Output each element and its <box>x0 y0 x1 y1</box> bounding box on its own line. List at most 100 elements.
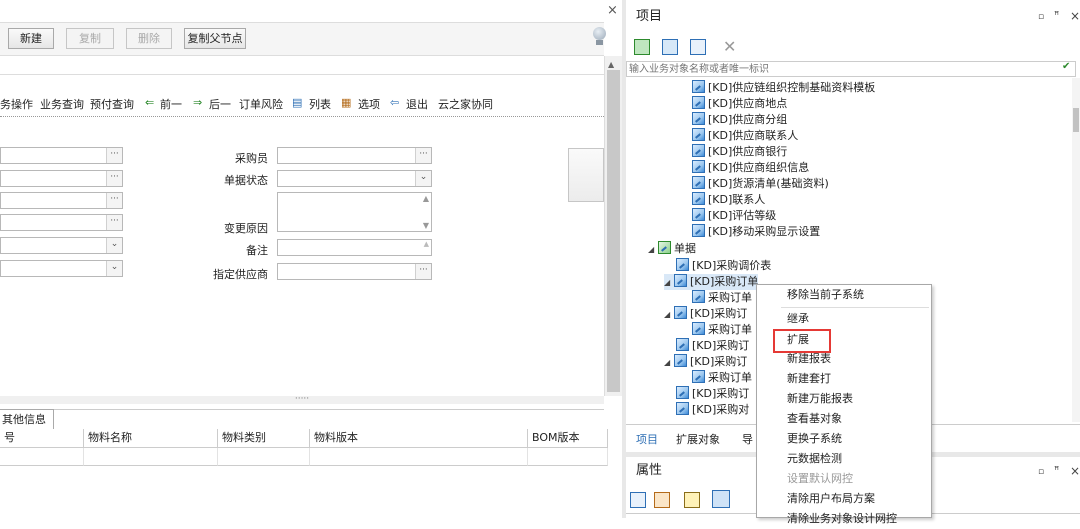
tree-item[interactable]: [KD]采购订 <box>676 338 749 354</box>
properties-icon[interactable] <box>684 492 700 508</box>
grid-header-material-category[interactable]: 物料类别 <box>218 429 310 448</box>
ellipsis-icon[interactable]: ··· <box>415 264 431 279</box>
tree-item[interactable]: 采购订单 <box>692 322 752 338</box>
exit-icon[interactable]: ⇦ <box>390 96 399 109</box>
tree-item[interactable]: ◢ [KD]采购订 <box>664 354 747 370</box>
tree-item[interactable]: [KD]评估等级 <box>692 208 776 224</box>
window-icon[interactable] <box>662 39 678 55</box>
pin-icon[interactable]: ꟸ <box>1054 11 1059 21</box>
copy-parent-node-button[interactable]: 复制父节点 <box>184 28 246 49</box>
menu-item-set-default-netctrl[interactable]: 设置默认网控 <box>757 469 931 489</box>
tab-extension-objects[interactable]: 扩展对象 <box>676 431 720 447</box>
menu-item-clear-user-layout[interactable]: 清除用户布局方案 <box>757 489 931 509</box>
menu-item-change-subsystem[interactable]: 更换子系统 <box>757 429 931 449</box>
vertical-scrollbar[interactable]: ▲ <box>604 56 622 396</box>
menu-options[interactable]: 选项 <box>358 96 380 112</box>
sort-alpha-icon[interactable] <box>654 492 670 508</box>
close-icon[interactable]: × <box>607 3 618 18</box>
grid-cell[interactable] <box>218 448 310 466</box>
events-icon[interactable] <box>712 490 730 508</box>
tree-item[interactable]: 采购订单 <box>692 290 752 306</box>
grid-header-material-version[interactable]: 物料版本 <box>310 429 528 448</box>
menu-item-remove-subsystem[interactable]: 移除当前子系统 <box>757 285 931 305</box>
menu-item-inherit[interactable]: 继承 <box>757 309 931 329</box>
delete-button[interactable]: 删除 <box>126 28 172 49</box>
change-reason-textarea[interactable]: ▲ ▼ <box>277 192 432 232</box>
buyer-field[interactable]: ··· <box>277 147 432 164</box>
refresh-icon[interactable] <box>634 39 650 55</box>
chevron-down-icon[interactable]: ⌄ <box>415 171 431 186</box>
delete-x-icon[interactable]: ✕ <box>723 37 736 56</box>
next-arrow-icon[interactable]: ⇒ <box>193 96 202 109</box>
chevron-down-icon[interactable]: ⌄ <box>106 238 122 253</box>
dropdown-left-5[interactable]: ⌄ <box>0 237 123 254</box>
side-action-button[interactable] <box>568 148 604 202</box>
options-icon[interactable]: ▦ <box>341 96 351 109</box>
copy-button[interactable]: 复制 <box>66 28 114 49</box>
menu-item-view-base-object[interactable]: 查看基对象 <box>757 409 931 429</box>
grid-cell[interactable] <box>310 448 528 466</box>
grid-header-bom-version[interactable]: BOM版本 <box>528 429 608 448</box>
tree-item[interactable]: [KD]供应商分组 <box>692 112 787 128</box>
tab-project[interactable]: 项目 <box>636 431 658 447</box>
tab-other[interactable]: 导 <box>742 431 753 447</box>
tree-item[interactable]: [KD]供应链组织控制基础资料模板 <box>692 80 875 96</box>
field-left-3[interactable]: ··· <box>0 192 123 209</box>
status-dropdown[interactable]: ⌄ <box>277 170 432 187</box>
tree-item[interactable]: [KD]供应商联系人 <box>692 128 798 144</box>
restore-icon[interactable]: ▫ <box>1038 12 1044 22</box>
menu-exit[interactable]: 退出 <box>406 96 428 112</box>
sort-categorized-icon[interactable] <box>630 492 646 508</box>
field-left-1[interactable]: ··· <box>0 147 123 164</box>
tree-scrollbar[interactable] <box>1072 78 1080 422</box>
collapse-icon[interactable]: ◢ <box>664 275 672 291</box>
menu-list[interactable]: 列表 <box>309 96 331 112</box>
grid-header-material-name[interactable]: 物料名称 <box>84 429 218 448</box>
horizontal-splitter[interactable]: ····· <box>0 395 604 404</box>
dropdown-left-6[interactable]: ⌄ <box>0 260 123 277</box>
tree-item[interactable]: [KD]采购对 <box>676 402 749 418</box>
lightbulb-icon[interactable] <box>593 27 607 45</box>
menu-business-ops[interactable]: 务操作 <box>0 96 33 112</box>
grid-cell[interactable] <box>528 448 608 466</box>
tree-item-selected[interactable]: ◢ [KD]采购订单 <box>664 274 759 291</box>
tree-item[interactable]: [KD]供应商地点 <box>692 96 787 112</box>
ellipsis-icon[interactable]: ··· <box>106 215 122 230</box>
menu-next[interactable]: 后一 <box>209 96 231 112</box>
menu-item-new-print-template[interactable]: 新建套打 <box>757 369 931 389</box>
close-icon[interactable]: × <box>1070 9 1080 23</box>
grid-header-number[interactable]: 号 <box>0 429 84 448</box>
tree-item[interactable]: [KD]供应商银行 <box>692 144 787 160</box>
tree-item[interactable]: ◢ [KD]采购订 <box>664 306 747 322</box>
menu-prepay-query[interactable]: 预付查询 <box>90 96 134 112</box>
grid-cell[interactable] <box>0 448 84 466</box>
tree-group-documents[interactable]: ◢ 单据 <box>648 241 696 257</box>
remark-field[interactable]: ▲ <box>277 239 432 256</box>
collapse-icon[interactable]: ◢ <box>664 307 672 323</box>
ellipsis-icon[interactable]: ··· <box>106 171 122 186</box>
ellipsis-icon[interactable]: ··· <box>106 148 122 163</box>
ellipsis-icon[interactable]: ··· <box>415 148 431 163</box>
copy-icon[interactable] <box>690 39 706 55</box>
pin-icon[interactable]: ꟸ <box>1054 466 1059 476</box>
tree-item[interactable]: [KD]供应商组织信息 <box>692 160 809 176</box>
tree-item[interactable]: [KD]采购订 <box>676 386 749 402</box>
tree-item[interactable]: [KD]移动采购显示设置 <box>692 224 820 240</box>
tab-other-info[interactable]: 其他信息 <box>0 409 54 429</box>
check-icon[interactable]: ✔ <box>1062 61 1070 72</box>
tree-item[interactable]: 采购订单 <box>692 370 752 386</box>
object-search-input[interactable] <box>626 61 1076 77</box>
menu-cloud-collab[interactable]: 云之家协同 <box>438 96 493 112</box>
restore-icon[interactable]: ▫ <box>1038 467 1044 477</box>
list-icon[interactable]: ▤ <box>292 96 302 109</box>
menu-order-risk[interactable]: 订单风险 <box>239 96 283 112</box>
tree-item[interactable]: [KD]采购调价表 <box>676 258 771 274</box>
ellipsis-icon[interactable]: ··· <box>106 193 122 208</box>
field-left-2[interactable]: ··· <box>0 170 123 187</box>
collapse-icon[interactable]: ◢ <box>664 355 672 371</box>
menu-prev[interactable]: 前一 <box>160 96 182 112</box>
tree-item[interactable]: [KD]联系人 <box>692 192 765 208</box>
grid-cell[interactable] <box>84 448 218 466</box>
menu-item-metadata-check[interactable]: 元数据检测 <box>757 449 931 469</box>
new-button[interactable]: 新建 <box>8 28 54 49</box>
